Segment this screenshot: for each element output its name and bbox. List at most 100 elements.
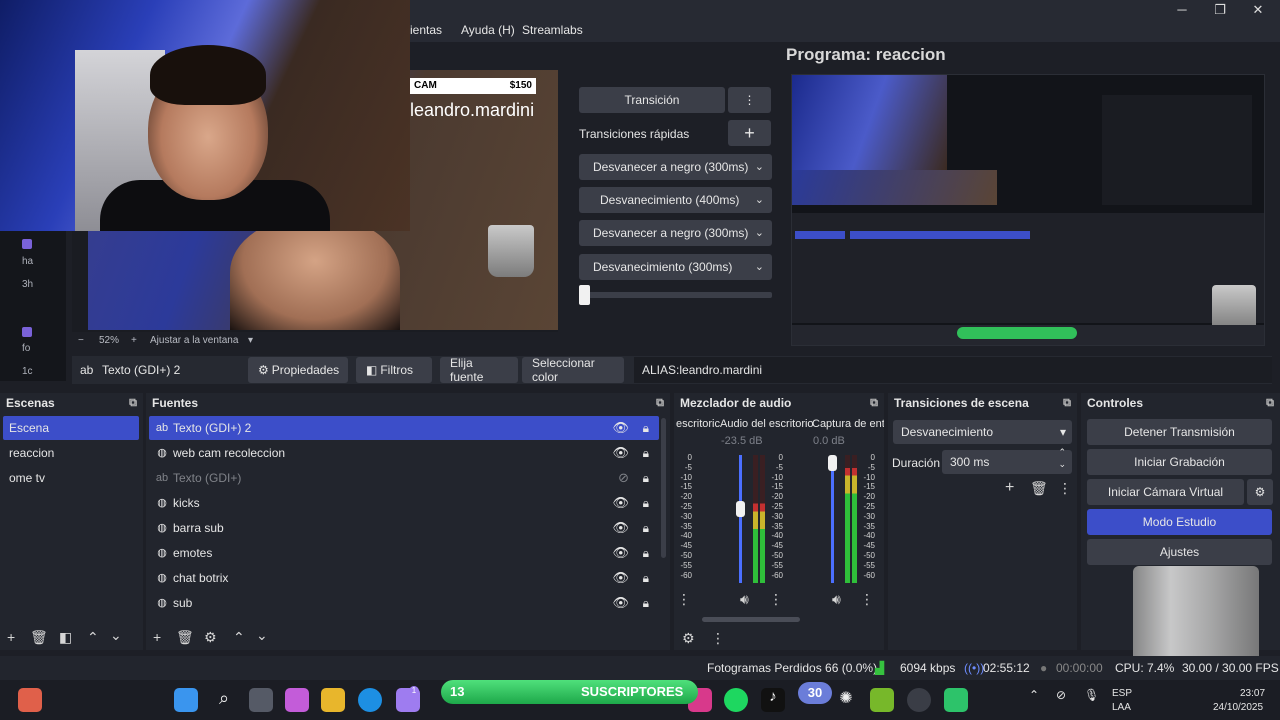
lock-icon[interactable]: 🔒︎ <box>643 466 649 490</box>
start-virtual-cam-button[interactable]: Iniciar Cámara Virtual <box>1087 479 1244 505</box>
filters-button[interactable]: ◧ Filtros <box>356 357 432 383</box>
app-icon[interactable] <box>18 688 42 712</box>
popout-icon[interactable]: ⧉ <box>1063 393 1071 413</box>
lock-icon[interactable]: 🔒︎ <box>643 516 649 540</box>
source-item[interactable]: ◍ sub 👁︎ 🔒︎ <box>149 591 659 615</box>
advanced-audio-icon[interactable]: ⚙ <box>682 630 695 647</box>
source-item[interactable]: ab Texto (GDI+) 2 👁︎ 🔒︎ <box>149 416 659 440</box>
clock-date[interactable]: 24/10/2025 <box>1213 702 1263 713</box>
keyboard-language[interactable]: ESP <box>1112 688 1132 699</box>
close-button[interactable]: ✕ <box>1238 0 1278 20</box>
popout-icon[interactable]: ⧉ <box>129 393 137 413</box>
lock-icon[interactable]: 🔒︎ <box>643 416 649 440</box>
add-icon[interactable]: + <box>7 629 15 645</box>
minimize-button[interactable]: ─ <box>1162 0 1202 20</box>
eye-icon[interactable]: 👁︎ <box>612 566 629 590</box>
scene-item[interactable]: reaccion <box>3 441 139 465</box>
more-options-icon[interactable]: ⋮ <box>728 87 771 113</box>
spotify-icon[interactable] <box>724 688 748 712</box>
gear-icon[interactable]: ⚙ <box>204 629 217 646</box>
source-item[interactable]: ◍ kicks 👁︎ 🔒︎ <box>149 491 659 515</box>
scene-item[interactable]: ome tv <box>3 466 139 490</box>
edge-icon[interactable] <box>358 688 382 712</box>
more-options-icon[interactable]: ⋮ <box>1058 480 1072 497</box>
transition-slider-handle[interactable] <box>579 285 590 305</box>
quick-transition-3[interactable]: Desvanecer a negro (300ms) ⌄ <box>579 220 772 246</box>
source-item[interactable]: ◍ barra sub 👁︎ 🔒︎ <box>149 516 659 540</box>
eye-icon[interactable]: 👁︎ <box>612 516 629 540</box>
more-options-icon[interactable]: ⋮ <box>711 630 725 647</box>
filter-icon[interactable]: ◧ <box>59 629 72 646</box>
studio-mode-button[interactable]: Modo Estudio <box>1087 509 1272 535</box>
trash-icon[interactable]: 🗑 <box>30 629 48 646</box>
maximize-button[interactable]: ❐ <box>1200 0 1240 20</box>
quick-transition-2[interactable]: Desvanecimiento (400ms) ⌄ <box>579 187 772 213</box>
transition-slider[interactable] <box>579 292 772 298</box>
stop-stream-button[interactable]: Detener Transmisión <box>1087 419 1272 445</box>
spinner-icon[interactable]: ⌃ ⌄ <box>1058 446 1066 470</box>
add-quick-transition-icon[interactable]: + <box>728 120 771 146</box>
folder-icon[interactable] <box>321 688 345 712</box>
add-icon[interactable]: + <box>153 629 161 645</box>
menu-help[interactable]: Ayuda (H) <box>461 23 515 37</box>
chevron-down-icon[interactable]: ⌄ <box>256 627 268 644</box>
lock-icon[interactable]: 🔒︎ <box>643 566 649 590</box>
task-view-icon[interactable] <box>249 688 273 712</box>
start-recording-button[interactable]: Iniciar Grabación <box>1087 449 1272 475</box>
speaker-icon[interactable]: 🔊︎ <box>832 591 841 608</box>
nvidia-icon[interactable] <box>870 688 894 712</box>
eye-off-icon[interactable]: ⊘ <box>618 466 629 490</box>
source-item[interactable]: ◍ emotes 👁︎ 🔒︎ <box>149 541 659 565</box>
clock-time[interactable]: 23:07 <box>1240 688 1265 699</box>
volume-slider-handle[interactable] <box>828 455 837 471</box>
chevron-up-icon[interactable]: ⌃ <box>233 629 245 646</box>
copilot-icon[interactable] <box>285 688 309 712</box>
mixer-scrollbar[interactable] <box>702 617 800 622</box>
source-item[interactable]: ◍ web cam recoleccion 👁︎ 🔒︎ <box>149 441 659 465</box>
eye-icon[interactable]: 👁︎ <box>612 441 629 465</box>
chevron-up-icon[interactable]: ⌃ <box>87 629 99 646</box>
speaker-icon[interactable]: 🔊︎ <box>740 591 749 608</box>
transition-select[interactable]: Desvanecimiento ▾ <box>893 420 1072 444</box>
lock-icon[interactable]: 🔒︎ <box>643 541 649 565</box>
obs-icon[interactable] <box>907 688 931 712</box>
popout-icon[interactable]: ⧉ <box>870 393 878 413</box>
scrollbar[interactable] <box>661 418 666 558</box>
chevron-down-icon[interactable]: ⌄ <box>110 627 122 644</box>
more-options-icon[interactable]: ⋮ <box>677 591 691 608</box>
eye-icon[interactable]: 👁︎ <box>612 541 629 565</box>
windows-start-icon[interactable] <box>174 688 198 712</box>
fit-to-window[interactable]: Ajustar a la ventana <box>150 335 238 346</box>
menu-tools[interactable]: ientas <box>410 23 442 37</box>
select-color-button[interactable]: Seleccionar color <box>522 356 624 384</box>
lock-icon[interactable]: 🔒︎ <box>643 441 649 465</box>
zoom-in-icon[interactable]: + <box>131 335 137 346</box>
lock-icon[interactable]: 🔒︎ <box>643 591 649 615</box>
keyboard-layout[interactable]: LAA <box>1112 702 1131 713</box>
transition-button[interactable]: Transición <box>579 87 725 113</box>
chevron-up-icon[interactable]: ⌃ <box>1029 688 1039 702</box>
popout-icon[interactable]: ⧉ <box>656 393 664 413</box>
choose-source-button[interactable]: Elija fuente <box>440 356 518 384</box>
gear-icon[interactable]: ⚙ <box>1247 479 1273 505</box>
volume-slider[interactable] <box>739 455 742 583</box>
search-icon[interactable]: ⌕ <box>212 688 236 712</box>
volume-slider-handle[interactable] <box>736 501 745 517</box>
trash-icon[interactable]: 🗑 <box>1030 480 1048 497</box>
microphone-icon[interactable]: 🎙︎ <box>1084 688 1099 702</box>
volume-slider[interactable] <box>831 455 834 583</box>
source-item[interactable]: ◍ chat botrix 👁︎ 🔒︎ <box>149 566 659 590</box>
chatgpt-icon[interactable]: ✺ <box>834 688 858 712</box>
quick-transition-1[interactable]: Desvanecer a negro (300ms) ⌄ <box>579 154 772 180</box>
settings-button[interactable]: Ajustes <box>1087 539 1272 565</box>
eye-icon[interactable]: 👁︎ <box>612 416 629 440</box>
menu-streamlabs[interactable]: Streamlabs <box>522 23 583 37</box>
trash-icon[interactable]: 🗑 <box>176 629 194 646</box>
zoom-out-icon[interactable]: − <box>78 335 84 346</box>
duration-input[interactable]: 300 ms ⌃ ⌄ <box>942 447 1072 474</box>
source-item[interactable]: ab Texto (GDI+) ⊘ 🔒︎ <box>149 466 659 490</box>
tiktok-icon[interactable]: ♪ <box>761 688 785 712</box>
more-options-icon[interactable]: ⋮ <box>769 591 783 608</box>
quick-transition-4[interactable]: Desvanecimiento (300ms) ⌄ <box>579 254 772 280</box>
lock-icon[interactable]: 🔒︎ <box>643 491 649 515</box>
